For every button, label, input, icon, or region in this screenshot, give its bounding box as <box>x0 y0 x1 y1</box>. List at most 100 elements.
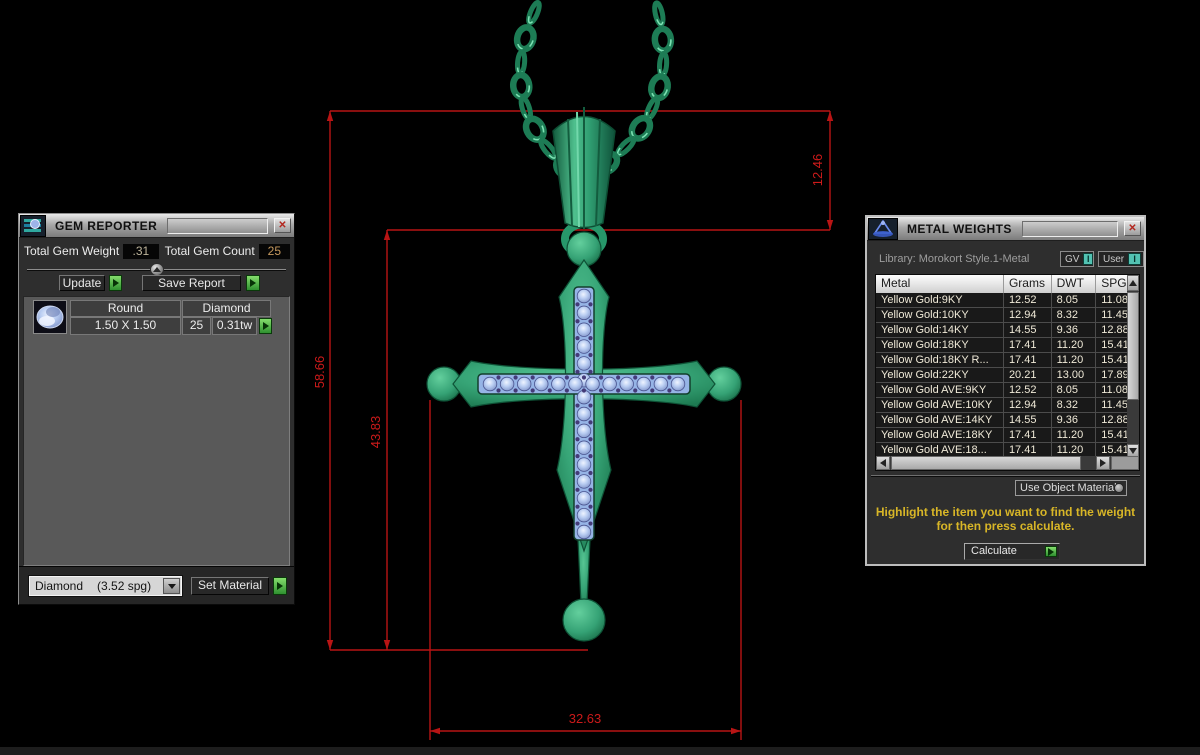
metal-name-cell: Yellow Gold:14KY <box>876 323 1004 337</box>
metal-table-row[interactable]: Yellow Gold:10KY 12.94 8.32 11.45 <box>876 308 1127 323</box>
metal-table-row[interactable]: Yellow Gold:18KY R... 17.41 11.20 15.41 <box>876 353 1127 368</box>
spg-cell: 15.41 <box>1101 429 1128 441</box>
scroll-up-icon[interactable] <box>1127 275 1139 291</box>
dimension-label-cross-height: 43.83 <box>368 416 383 449</box>
dwt-cell: 8.05 <box>1052 293 1097 307</box>
grams-cell: 17.41 <box>1004 338 1052 352</box>
material-select[interactable]: Diamond (3.52 spg) <box>28 575 183 597</box>
set-material-go-icon[interactable] <box>273 577 287 595</box>
spg-cell: 11.45 <box>1101 399 1128 411</box>
status-strip <box>0 747 1200 755</box>
metal-table-row[interactable]: Yellow Gold AVE:10KY 12.94 8.32 11.45 <box>876 398 1127 413</box>
gem-reporter-close-icon[interactable]: ✕ <box>274 218 291 233</box>
metal-name-cell: Yellow Gold AVE:18KY <box>876 428 1004 442</box>
spg-cell: 15.41 <box>1101 444 1128 456</box>
dimension-label-total-height: 58.66 <box>312 356 327 389</box>
grams-cell: 12.94 <box>1004 308 1052 322</box>
horizontal-scrollbar[interactable] <box>876 456 1139 470</box>
spg-cell: 12.88 <box>1101 414 1128 426</box>
update-go-icon[interactable] <box>109 275 122 291</box>
gem-count-cell: 25 <box>182 317 211 335</box>
calculate-go-icon[interactable] <box>1045 546 1057 557</box>
set-material-button[interactable]: Set Material <box>191 577 269 595</box>
gem-totals-row: Total Gem Weight .31 Total Gem Count 25 <box>24 242 291 260</box>
metal-weights-close-icon[interactable]: ✕ <box>1124 221 1141 236</box>
dwt-cell: 8.32 <box>1052 398 1097 412</box>
grams-cell: 12.52 <box>1004 383 1052 397</box>
user-info-icon[interactable]: I <box>1128 253 1142 265</box>
dwt-cell: 11.20 <box>1052 338 1097 352</box>
gem-channels <box>477 286 691 541</box>
user-label: User <box>1103 253 1125 265</box>
save-report-go-icon[interactable] <box>246 275 260 291</box>
grams-cell: 14.55 <box>1004 413 1052 427</box>
save-report-button[interactable]: Save Report <box>142 275 241 291</box>
application-window: 58.66 43.83 12.46 32.63 GEM REPORTER ✕ T… <box>0 0 1200 755</box>
metal-name-cell: Yellow Gold:22KY <box>876 368 1004 382</box>
grams-cell: 12.52 <box>1004 293 1052 307</box>
dwt-cell: 11.20 <box>1052 428 1097 442</box>
divider <box>871 475 1140 476</box>
gv-info-icon[interactable]: I <box>1083 253 1093 265</box>
scroll-right-icon[interactable] <box>1096 456 1110 470</box>
hint-line-1: Highlight the item you want to find the … <box>875 505 1136 519</box>
metal-weights-titlebar[interactable]: METAL WEIGHTS ✕ <box>867 217 1144 241</box>
calculate-button[interactable]: Calculate <box>964 543 1060 560</box>
metal-name-cell: Yellow Gold:18KY <box>876 338 1004 352</box>
gem-reporter-titlebar[interactable]: GEM REPORTER ✕ <box>19 214 294 238</box>
metal-table-row[interactable]: Yellow Gold:18KY 17.41 11.20 15.41 <box>876 338 1127 353</box>
grams-cell: 17.41 <box>1004 443 1052 457</box>
metal-table-row[interactable]: Yellow Gold AVE:14KY 14.55 9.36 12.88 <box>876 413 1127 428</box>
gem-reporter-footer: Diamond (3.52 spg) Set Material <box>19 566 294 604</box>
spg-cell: 15.41 <box>1101 339 1128 351</box>
metal-weights-drag-area[interactable] <box>1021 220 1118 237</box>
metal-table-row[interactable]: Yellow Gold AVE:9KY 12.52 8.05 11.08 <box>876 383 1127 398</box>
select-orb-icon[interactable] <box>1114 483 1124 493</box>
gem-table-area: Round Diamond 1.50 X 1.50 25 0.31tw <box>23 296 290 566</box>
metal-table-row[interactable]: Yellow Gold:14KY 14.55 9.36 12.88 <box>876 323 1127 338</box>
metal-table-row[interactable]: Yellow Gold AVE:18KY 17.41 11.20 15.41 <box>876 428 1127 443</box>
gem-reporter-drag-area[interactable] <box>167 217 268 234</box>
vertical-scrollbar[interactable] <box>1127 275 1139 458</box>
gem-stones <box>482 288 686 540</box>
total-gem-weight-label: Total Gem Weight <box>24 244 120 258</box>
metal-name-cell: Yellow Gold AVE:9KY <box>876 383 1004 397</box>
spg-cell: 17.89 <box>1101 369 1128 381</box>
gem-row-go-icon[interactable] <box>259 318 272 334</box>
dimension-label-bail-height: 12.46 <box>810 154 825 187</box>
metal-name-cell: Yellow Gold AVE:10KY <box>876 398 1004 412</box>
metal-table-header: Metal Grams DWT SPG <box>876 275 1128 293</box>
scroll-left-icon[interactable] <box>876 456 890 470</box>
metal-table-row[interactable]: Yellow Gold:9KY 12.52 8.05 11.08 <box>876 293 1127 308</box>
dwt-cell: 9.36 <box>1052 413 1097 427</box>
chevron-down-icon[interactable] <box>163 578 180 594</box>
grams-cell: 14.55 <box>1004 323 1052 337</box>
column-header-grams: Grams <box>1003 275 1052 293</box>
scale-icon <box>868 217 898 240</box>
metal-weights-panel: METAL WEIGHTS ✕ Library: Morokort Style.… <box>865 215 1146 566</box>
total-gem-weight-value: .31 <box>122 242 160 260</box>
total-gem-count-value: 25 <box>257 242 291 260</box>
metal-table-row[interactable]: Yellow Gold:22KY 20.21 13.00 17.89 <box>876 368 1127 383</box>
dwt-cell: 8.32 <box>1052 308 1097 322</box>
dwt-cell: 8.05 <box>1052 383 1097 397</box>
vscroll-thumb[interactable] <box>1127 292 1139 400</box>
gv-toggle-button[interactable]: GV I <box>1060 251 1094 267</box>
material-select-spg: (3.52 spg) <box>97 579 152 593</box>
metal-weights-title: METAL WEIGHTS <box>907 221 1012 236</box>
hscroll-thumb[interactable] <box>891 456 1081 470</box>
gem-size-cell: 1.50 X 1.50 <box>70 317 181 335</box>
gem-type-header: Diamond <box>182 300 271 317</box>
user-toggle-button[interactable]: User I <box>1098 251 1144 267</box>
gem-shape-header: Round <box>70 300 181 317</box>
total-gem-count-label: Total Gem Count <box>164 244 255 258</box>
gv-label: GV <box>1065 253 1080 265</box>
metal-weights-table: Metal Grams DWT SPG Yellow Gold:9KY 12.5… <box>875 274 1140 471</box>
use-object-materials-select[interactable]: Use Object Materials <box>1015 480 1127 496</box>
update-button[interactable]: Update <box>59 275 105 291</box>
grams-cell: 12.94 <box>1004 398 1052 412</box>
column-header-metal: Metal <box>876 275 1004 293</box>
gem-weight-cell: 0.31tw <box>212 317 257 335</box>
material-select-value: Diamond <box>35 579 84 593</box>
pendant-model[interactable] <box>426 0 742 642</box>
